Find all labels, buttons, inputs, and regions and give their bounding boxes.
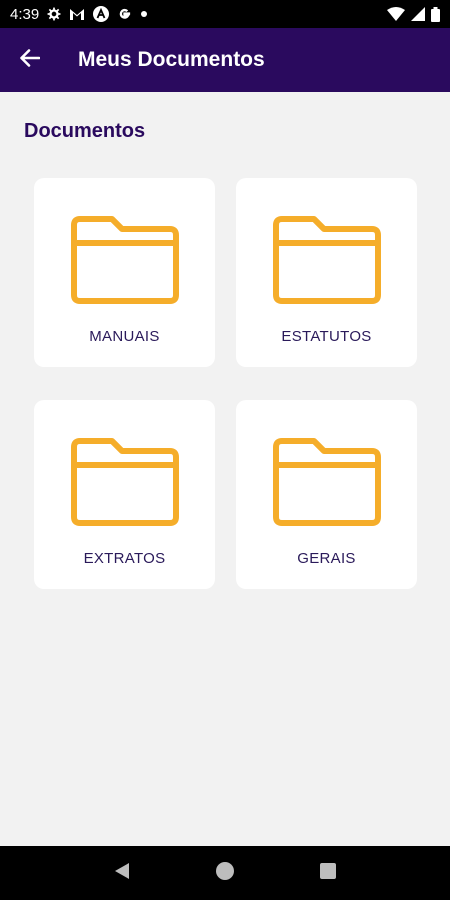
system-nav-bar (0, 846, 450, 900)
settings-icon (47, 7, 61, 21)
recents-square-icon (319, 862, 337, 885)
nav-recents-button[interactable] (308, 853, 348, 893)
folder-label: EXTRATOS (83, 550, 166, 567)
status-time: 4:39 (10, 5, 40, 23)
nav-home-button[interactable] (205, 853, 245, 893)
folder-card-gerais[interactable]: GERAIS (236, 400, 417, 589)
a-icon (93, 6, 110, 22)
folder-icon (70, 437, 180, 532)
folder-icon (272, 215, 382, 310)
signal-icon (411, 7, 425, 21)
home-circle-icon (215, 861, 235, 886)
app-bar: Meus Documentos (0, 28, 450, 92)
status-bar: 4:39 (0, 0, 450, 28)
nav-back-button[interactable] (102, 853, 142, 893)
google-icon (117, 7, 132, 22)
folder-label: MANUAIS (89, 328, 160, 345)
folder-icon (272, 437, 382, 532)
dot-icon (140, 10, 148, 18)
arrow-back-icon (20, 48, 41, 72)
page-title: Meus Documentos (78, 48, 265, 71)
folder-card-extratos[interactable]: EXTRATOS (34, 400, 215, 589)
folder-label: ESTATUTOS (281, 328, 372, 345)
folder-card-estatutos[interactable]: ESTATUTOS (236, 178, 417, 367)
folder-label: GERAIS (297, 550, 356, 567)
section-title: Documentos (24, 120, 146, 142)
wifi-icon (387, 7, 405, 21)
folder-card-manuais[interactable]: MANUAIS (34, 178, 215, 367)
battery-icon (431, 6, 440, 22)
gmail-icon (69, 8, 85, 21)
folder-icon (70, 215, 180, 310)
back-button[interactable] (0, 28, 60, 92)
folder-grid: MANUAIS ESTATUTOS EXTRATOS GERAIS (34, 178, 417, 589)
back-triangle-icon (114, 862, 130, 885)
